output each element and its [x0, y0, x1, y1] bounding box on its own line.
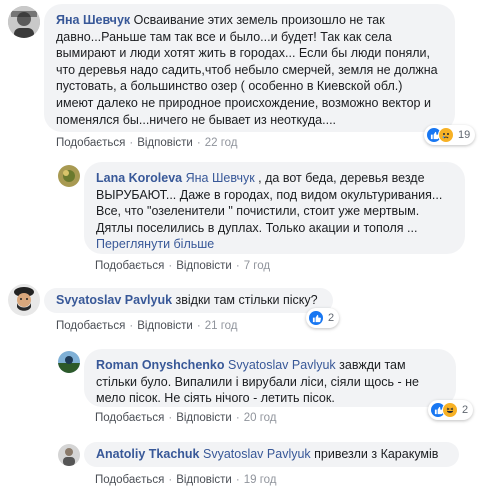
reply-link[interactable]: Відповісти: [176, 474, 232, 486]
comment-author[interactable]: Roman Onyshchenko: [96, 358, 225, 372]
haha-icon: [442, 402, 458, 418]
avatar[interactable]: [8, 284, 40, 316]
reaction-count: 2: [462, 404, 469, 416]
reactions-summary[interactable]: 19: [424, 125, 476, 145]
comment-text: Осваивание этих земель произошло не так …: [56, 13, 438, 127]
reaction-count: 19: [458, 129, 471, 141]
comment-actions: Подобається · Відповісти · 22 год: [56, 137, 238, 149]
comment-actions: Подобається · Відповісти · 20 год: [95, 412, 277, 424]
separator: ·: [168, 474, 173, 486]
comment-author[interactable]: Lana Koroleva: [96, 171, 182, 185]
mention-link[interactable]: Svyatoslav Pavlyuk: [203, 447, 311, 461]
comment-timestamp[interactable]: 22 год: [205, 137, 238, 149]
comment-bubble: Anatoliy Tkachuk Svyatoslav Pavlyuk прив…: [84, 442, 459, 467]
separator: ·: [168, 412, 173, 424]
mention-link[interactable]: Яна Шевчук: [186, 171, 255, 185]
mention-link[interactable]: Svyatoslav Pavlyuk: [228, 358, 336, 372]
comment-bubble: Яна Шевчук Осваивание этих земель произо…: [44, 4, 455, 132]
like-link[interactable]: Подобається: [95, 260, 164, 272]
separator: ·: [168, 260, 173, 272]
like-link[interactable]: Подобається: [95, 412, 164, 424]
comment-timestamp[interactable]: 7 год: [244, 260, 270, 272]
separator: ·: [235, 474, 240, 486]
separator: ·: [235, 260, 240, 272]
avatar[interactable]: [58, 351, 80, 373]
avatar[interactable]: [58, 165, 80, 187]
like-link[interactable]: Подобається: [56, 320, 125, 332]
reactions-summary[interactable]: 2: [428, 400, 474, 420]
comment-bubble: Svyatoslav Pavlyuk звідки там стільки пі…: [44, 288, 333, 313]
reply-link[interactable]: Відповісти: [176, 260, 232, 272]
separator: ·: [129, 320, 134, 332]
sad-icon: [438, 127, 454, 143]
comment-text: звідки там стільки піску?: [172, 293, 318, 307]
comment-author[interactable]: Яна Шевчук: [56, 13, 130, 27]
separator: ·: [196, 320, 201, 332]
avatar[interactable]: [8, 6, 40, 38]
reply-link[interactable]: Відповісти: [137, 137, 193, 149]
reply-link[interactable]: Відповісти: [137, 320, 193, 332]
reply-link[interactable]: Відповісти: [176, 412, 232, 424]
comment-text: привезли з Каракумів: [310, 447, 439, 461]
like-link[interactable]: Подобається: [56, 137, 125, 149]
comment-timestamp[interactable]: 19 год: [244, 474, 277, 486]
reactions-summary[interactable]: 2: [306, 308, 340, 328]
separator: ·: [196, 137, 201, 149]
like-icon: [308, 310, 324, 326]
comment-timestamp[interactable]: 21 год: [205, 320, 238, 332]
comment-actions: Подобається · Відповісти · 7 год: [95, 260, 270, 272]
comment-actions: Подобається · Відповісти · 21 год: [56, 320, 238, 332]
reaction-count: 2: [328, 312, 335, 324]
comment-actions: Подобається · Відповісти · 19 год: [95, 474, 277, 486]
comment-bubble: Lana Koroleva Яна Шевчук , да вот беда, …: [84, 162, 465, 254]
avatar[interactable]: [58, 444, 80, 466]
comment-author[interactable]: Svyatoslav Pavlyuk: [56, 293, 172, 307]
see-more-link[interactable]: Переглянути більше: [96, 237, 214, 251]
separator: ·: [129, 137, 134, 149]
comment-author[interactable]: Anatoliy Tkachuk: [96, 447, 200, 461]
comment-bubble: Roman Onyshchenko Svyatoslav Pavlyuk зав…: [84, 349, 456, 407]
comment-timestamp[interactable]: 20 год: [244, 412, 277, 424]
separator: ·: [235, 412, 240, 424]
like-link[interactable]: Подобається: [95, 474, 164, 486]
